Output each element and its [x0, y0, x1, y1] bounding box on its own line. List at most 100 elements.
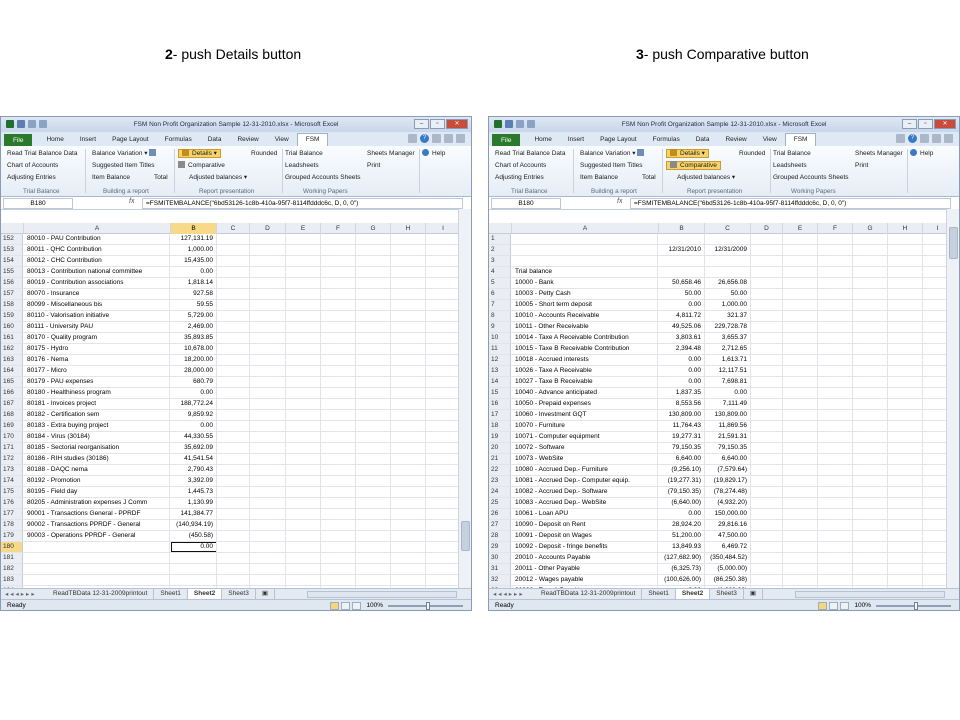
- row-number[interactable]: 159: [1, 311, 23, 321]
- cell-account[interactable]: 80099 - Miscellaneous bis: [24, 300, 170, 310]
- tab-insert[interactable]: Insert: [72, 134, 104, 146]
- empty-cell[interactable]: [356, 333, 391, 343]
- empty-cell[interactable]: [923, 322, 946, 332]
- fx-icon[interactable]: fx: [129, 198, 134, 205]
- row-number[interactable]: 16: [489, 399, 511, 409]
- empty-cell[interactable]: [356, 311, 391, 321]
- empty-cell[interactable]: [923, 542, 946, 552]
- empty-cell[interactable]: [171, 344, 217, 354]
- empty-cell[interactable]: [705, 520, 751, 530]
- row-number[interactable]: 182: [1, 564, 23, 574]
- row-number[interactable]: 29: [489, 542, 511, 552]
- empty-cell[interactable]: [426, 542, 458, 552]
- cell-account[interactable]: 10027 - Taxe B Receivable: [512, 377, 658, 387]
- empty-cell[interactable]: [286, 377, 321, 387]
- cell-account[interactable]: 80011 - QHC Contribution: [24, 245, 170, 255]
- empty-cell[interactable]: [818, 564, 853, 574]
- empty-cell[interactable]: [426, 531, 458, 541]
- empty-cell[interactable]: [171, 476, 217, 486]
- cell-account[interactable]: 10010 - Accounts Receivable: [512, 311, 658, 321]
- empty-cell[interactable]: [286, 454, 321, 464]
- empty-cell[interactable]: [818, 399, 853, 409]
- row-number[interactable]: 15: [489, 388, 511, 398]
- cell-balance[interactable]: 0.00: [659, 509, 705, 519]
- empty-cell[interactable]: [217, 399, 250, 409]
- empty-cell[interactable]: [171, 300, 217, 310]
- empty-cell[interactable]: [783, 421, 818, 431]
- empty-cell[interactable]: [888, 498, 923, 508]
- page-break-view-icon[interactable]: [840, 602, 849, 610]
- window-minimize-icon[interactable]: [432, 134, 441, 143]
- empty-cell[interactable]: [321, 421, 356, 431]
- empty-cell[interactable]: [356, 575, 391, 585]
- empty-cell[interactable]: [321, 311, 356, 321]
- empty-cell[interactable]: [853, 322, 888, 332]
- cell-account[interactable]: 10082 - Accrued Dep.- Software: [512, 487, 658, 497]
- empty-cell[interactable]: [888, 377, 923, 387]
- empty-cell[interactable]: [171, 289, 217, 299]
- empty-cell[interactable]: [321, 443, 356, 453]
- row-number[interactable]: 179: [1, 531, 23, 541]
- empty-cell[interactable]: [356, 366, 391, 376]
- empty-cell[interactable]: [751, 498, 783, 508]
- empty-cell[interactable]: [356, 553, 391, 563]
- fx-icon[interactable]: fx: [617, 198, 622, 205]
- empty-cell[interactable]: [171, 333, 217, 343]
- empty-cell[interactable]: [250, 256, 286, 266]
- empty-cell[interactable]: [321, 234, 356, 244]
- empty-cell[interactable]: [923, 300, 946, 310]
- cell-account[interactable]: 10072 - Software: [512, 443, 658, 453]
- empty-cell[interactable]: [321, 366, 356, 376]
- empty-cell[interactable]: [171, 542, 217, 552]
- empty-cell[interactable]: [426, 487, 458, 497]
- cell-balance[interactable]: 0.00: [659, 366, 705, 376]
- empty-cell[interactable]: [171, 322, 217, 332]
- empty-cell[interactable]: [818, 377, 853, 387]
- empty-cell[interactable]: [783, 542, 818, 552]
- scroll-thumb[interactable]: [949, 227, 958, 259]
- empty-cell[interactable]: [250, 333, 286, 343]
- column-header[interactable]: B: [659, 223, 705, 234]
- empty-cell[interactable]: [217, 245, 250, 255]
- tab-file[interactable]: File: [4, 134, 33, 146]
- column-header[interactable]: F: [818, 223, 853, 234]
- empty-cell[interactable]: [286, 487, 321, 497]
- tab-fsm[interactable]: FSM: [296, 133, 329, 146]
- empty-cell[interactable]: [391, 267, 426, 277]
- empty-cell[interactable]: [391, 355, 426, 365]
- row-number[interactable]: 163: [1, 355, 23, 365]
- empty-cell[interactable]: [888, 355, 923, 365]
- cell-balance[interactable]: (79,150.35): [659, 487, 705, 497]
- empty-cell[interactable]: [391, 454, 426, 464]
- empty-cell[interactable]: [250, 476, 286, 486]
- window-minimize-icon[interactable]: [920, 134, 929, 143]
- empty-cell[interactable]: [705, 542, 751, 552]
- empty-cell[interactable]: [783, 300, 818, 310]
- name-box[interactable]: B180: [491, 198, 561, 209]
- empty-cell[interactable]: [286, 553, 321, 563]
- cell-balance[interactable]: 28,924.20: [659, 520, 705, 530]
- cell-account[interactable]: 10003 - Petty Cash: [512, 289, 658, 299]
- cell-account[interactable]: [24, 542, 170, 552]
- cell-account[interactable]: 10014 - Taxe A Receivable Contribution: [512, 333, 658, 343]
- empty-cell[interactable]: [818, 289, 853, 299]
- empty-cell[interactable]: [426, 322, 458, 332]
- cell-account[interactable]: 80205 - Administration expenses J Comm: [24, 498, 170, 508]
- row-number[interactable]: 174: [1, 476, 23, 486]
- column-header[interactable]: D: [751, 223, 783, 234]
- empty-cell[interactable]: [705, 300, 751, 310]
- empty-cell[interactable]: [853, 410, 888, 420]
- empty-cell[interactable]: [391, 498, 426, 508]
- empty-cell[interactable]: [321, 388, 356, 398]
- empty-cell[interactable]: [751, 520, 783, 530]
- empty-cell[interactable]: [217, 322, 250, 332]
- column-header[interactable]: C: [217, 223, 250, 234]
- empty-cell[interactable]: [250, 553, 286, 563]
- empty-cell[interactable]: [356, 421, 391, 431]
- empty-cell[interactable]: [888, 487, 923, 497]
- row-number[interactable]: 19: [489, 432, 511, 442]
- minimize-ribbon-icon[interactable]: [408, 134, 417, 143]
- empty-cell[interactable]: [818, 531, 853, 541]
- empty-cell[interactable]: [250, 322, 286, 332]
- empty-cell[interactable]: [391, 564, 426, 574]
